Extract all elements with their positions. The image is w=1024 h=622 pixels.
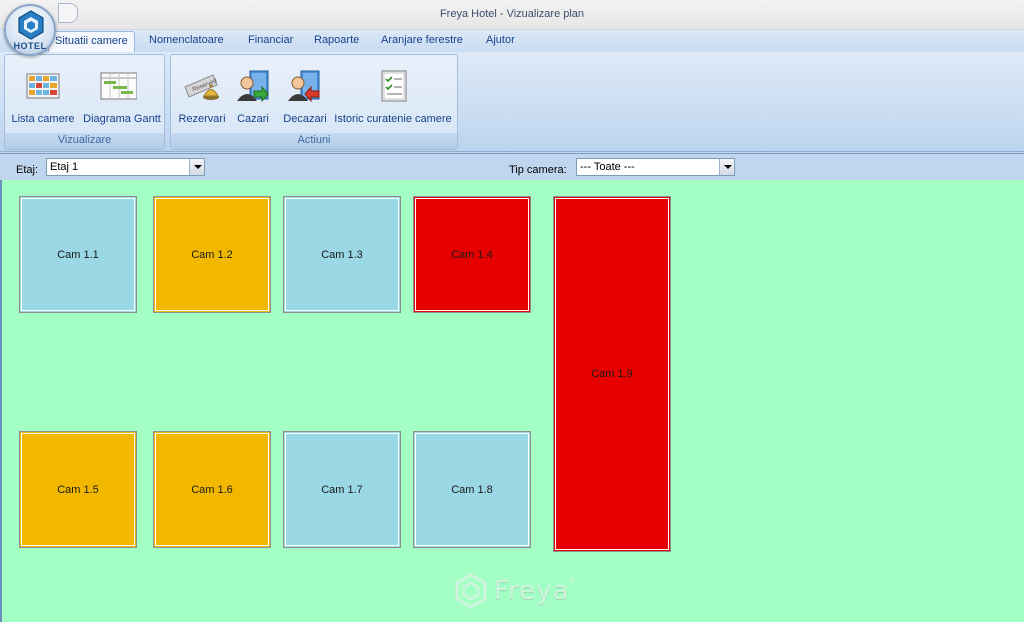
checkout-label: Decazari: [283, 113, 327, 125]
reservations-button[interactable]: Reserved Rezervari: [173, 61, 231, 129]
floor-label: Etaj:: [16, 164, 39, 176]
freya-watermark: Freya ®: [454, 572, 575, 610]
room-type-select-value: --- Toate ---: [580, 161, 635, 173]
tab-situatii-camere[interactable]: Situatii camere: [48, 31, 135, 53]
group-label-actiuni: Actiuni: [171, 133, 457, 149]
filter-bar: Etaj: Etaj 1 Tip camera: --- Toate ---: [0, 153, 1024, 180]
brand-name: Freya: [494, 576, 570, 606]
cleaning-history-icon: [381, 70, 407, 102]
freya-logo-icon: [455, 573, 487, 609]
ribbon-tabs: Situatii camere Nomenclatoare Financiar …: [0, 30, 1024, 53]
tab-rapoarte[interactable]: Rapoarte: [314, 34, 359, 52]
room-tile-1-2[interactable]: Cam 1.2: [153, 196, 271, 313]
title-bar: Freya Hotel - Vizualizare plan: [0, 0, 1024, 30]
checkin-label: Cazari: [237, 113, 269, 125]
gantt-chart-icon: [100, 72, 137, 100]
group-label-vizualizare: Vizualizare: [5, 133, 164, 149]
orb-label: HOTEL: [13, 41, 47, 51]
floor-plan: Cam 1.1 Cam 1.2 Cam 1.3 Cam 1.4 Cam 1.5 …: [0, 180, 1024, 622]
room-label: Cam 1.6: [191, 483, 233, 496]
room-label: Cam 1.7: [321, 483, 363, 496]
checkout-user-icon: [288, 70, 320, 103]
group-vizualizare: Lista camere Diagrama Gantt Vizualizare: [4, 54, 165, 150]
room-label: Cam 1.3: [321, 248, 363, 261]
room-tile-1-9[interactable]: Cam 1.9: [553, 196, 671, 552]
floor-select-value: Etaj 1: [50, 161, 79, 173]
reservation-bell-icon: Reserved: [184, 74, 219, 100]
tab-ajutor[interactable]: Ajutor: [486, 34, 515, 52]
room-list-button[interactable]: Lista camere: [7, 61, 79, 129]
room-type-select[interactable]: --- Toate ---: [576, 158, 735, 176]
room-label: Cam 1.9: [591, 368, 633, 380]
reservations-label: Rezervari: [178, 113, 226, 125]
app-menu-button[interactable]: HOTEL: [4, 4, 56, 56]
room-tile-1-6[interactable]: Cam 1.6: [153, 431, 271, 548]
floor-select[interactable]: Etaj 1: [46, 158, 205, 176]
room-type-label: Tip camera:: [509, 164, 567, 176]
checkin-user-icon: [237, 70, 269, 103]
tab-nomenclatoare[interactable]: Nomenclatoare: [149, 34, 224, 52]
checkin-button[interactable]: Cazari: [231, 61, 275, 129]
room-label: Cam 1.1: [57, 248, 99, 261]
group-actiuni: Reserved Rezervari Cazari Decazari Istor…: [170, 54, 458, 150]
tab-financiar[interactable]: Financiar: [248, 34, 293, 52]
room-label: Cam 1.4: [451, 248, 493, 261]
brand-registered-mark: ®: [569, 578, 575, 585]
gantt-chart-button[interactable]: Diagrama Gantt: [79, 61, 165, 129]
room-tile-1-3[interactable]: Cam 1.3: [283, 196, 401, 313]
chevron-down-icon[interactable]: [719, 159, 734, 175]
room-label: Cam 1.2: [191, 248, 233, 261]
room-tile-1-1[interactable]: Cam 1.1: [19, 196, 137, 313]
cleaning-history-button[interactable]: Istoric curatenie camere: [331, 61, 455, 129]
room-list-icon: [26, 73, 60, 99]
room-label: Cam 1.5: [57, 483, 99, 496]
room-tile-1-4[interactable]: Cam 1.4: [413, 196, 531, 313]
room-list-label: Lista camere: [11, 113, 75, 125]
chevron-down-icon[interactable]: [189, 159, 204, 175]
ribbon-panel: Lista camere Diagrama Gantt Vizualizare …: [0, 52, 1024, 152]
cleaning-history-label: Istoric curatenie camere: [334, 113, 452, 125]
room-tile-1-7[interactable]: Cam 1.7: [283, 431, 401, 548]
tab-aranjare-ferestre[interactable]: Aranjare ferestre: [381, 34, 463, 52]
window-title: Freya Hotel - Vizualizare plan: [439, 8, 585, 20]
gantt-chart-label: Diagrama Gantt: [83, 113, 161, 125]
room-label: Cam 1.8: [451, 483, 493, 496]
hotel-logo-icon: [18, 10, 44, 40]
room-tile-1-5[interactable]: Cam 1.5: [19, 431, 137, 548]
room-tile-1-8[interactable]: Cam 1.8: [413, 431, 531, 548]
checkout-button[interactable]: Decazari: [279, 61, 331, 129]
